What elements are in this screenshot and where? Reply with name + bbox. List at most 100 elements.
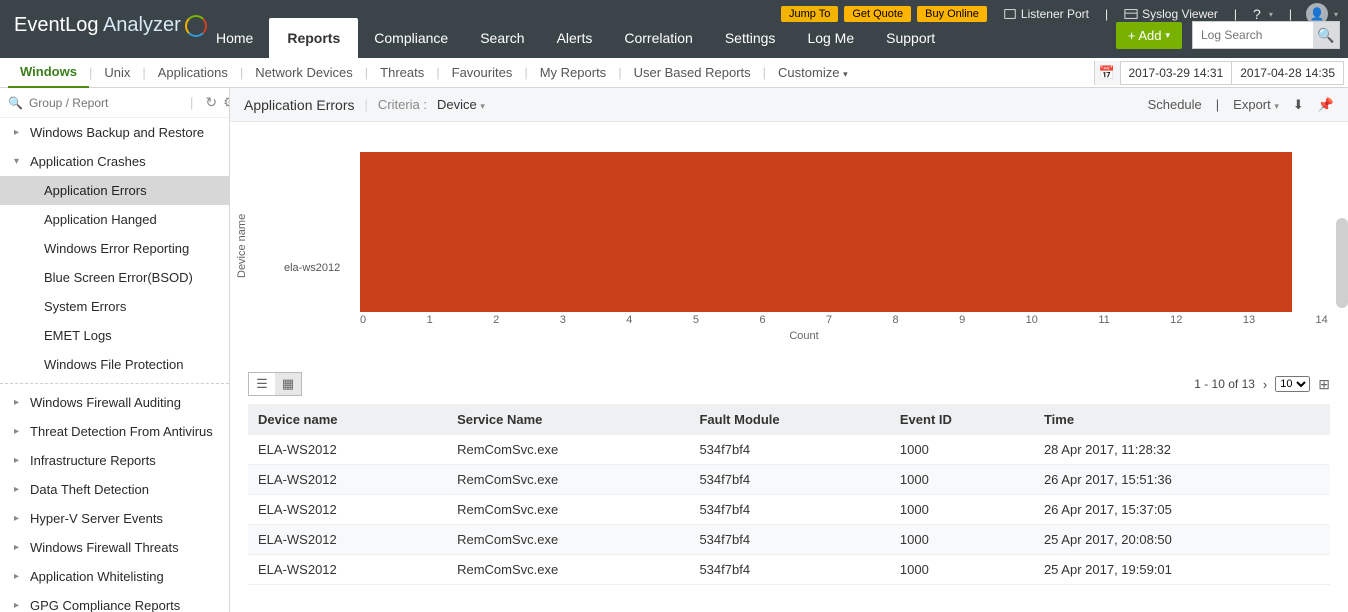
- top-right-controls: + Add▾ 🔍: [1116, 21, 1340, 49]
- listener-icon: [1003, 7, 1017, 21]
- nav-home[interactable]: Home: [200, 18, 269, 58]
- nav-correlation[interactable]: Correlation: [608, 18, 708, 58]
- sub-nav: Windows|Unix|Applications|Network Device…: [0, 58, 1348, 88]
- col-device-name[interactable]: Device name: [248, 404, 447, 435]
- chart-bar[interactable]: [360, 152, 1292, 312]
- tree-sub-system-errors[interactable]: System Errors: [0, 292, 229, 321]
- brand-name-1: EventLog: [14, 14, 103, 36]
- col-service-name[interactable]: Service Name: [447, 404, 689, 435]
- add-button[interactable]: + Add▾: [1116, 22, 1182, 49]
- subnav-user-based-reports[interactable]: User Based Reports: [622, 58, 763, 87]
- subnav-windows[interactable]: Windows: [8, 57, 89, 89]
- col-time[interactable]: Time: [1034, 404, 1330, 435]
- download-icon[interactable]: ⬇: [1293, 97, 1304, 113]
- scrollbar[interactable]: [1336, 218, 1348, 308]
- log-search-button[interactable]: 🔍: [1313, 22, 1339, 48]
- chevron-down-icon: ▾: [14, 156, 24, 167]
- table-row[interactable]: ELA-WS2012RemComSvc.exe534f7bf4100026 Ap…: [248, 465, 1330, 495]
- x-tick: 5: [693, 314, 699, 326]
- get-quote-button[interactable]: Get Quote: [844, 6, 911, 22]
- chart-plot-area: [324, 152, 1328, 312]
- tree-sub-windows-error-reporting[interactable]: Windows Error Reporting: [0, 234, 229, 263]
- subnav-threats[interactable]: Threats: [368, 58, 436, 87]
- tree-item-hyper-v-server-events[interactable]: ▸Hyper-V Server Events: [0, 504, 229, 533]
- tree-item-infrastructure-reports[interactable]: ▸Infrastructure Reports: [0, 446, 229, 475]
- chart-x-axis: 01234567891011121314: [324, 312, 1328, 326]
- history-icon[interactable]: ↻: [205, 94, 217, 110]
- help-icon[interactable]: ?: [1253, 6, 1261, 22]
- tree-sub-application-hanged[interactable]: Application Hanged: [0, 205, 229, 234]
- tree-item-application-whitelisting[interactable]: ▸Application Whitelisting: [0, 562, 229, 591]
- report-header: Application Errors | Criteria : Device ▾…: [230, 88, 1348, 122]
- col-fault-module[interactable]: Fault Module: [689, 404, 889, 435]
- syslog-viewer-link[interactable]: Syslog Viewer: [1124, 7, 1218, 21]
- tree-item-gpg-compliance-reports[interactable]: ▸GPG Compliance Reports: [0, 591, 229, 612]
- customize-menu[interactable]: Customize ▾: [766, 65, 848, 80]
- subnav-my-reports[interactable]: My Reports: [528, 58, 618, 87]
- sidebar-search-input[interactable]: [29, 96, 184, 110]
- pin-icon[interactable]: 📌: [1318, 97, 1334, 113]
- x-tick: 9: [959, 314, 965, 326]
- brand-logo[interactable]: EventLog Analyzer: [14, 14, 207, 37]
- nav-settings[interactable]: Settings: [709, 18, 792, 58]
- page-size-select[interactable]: 10: [1275, 376, 1310, 392]
- gear-icon[interactable]: ⚙: [223, 94, 230, 110]
- tree-item-windows-firewall-auditing[interactable]: ▸Windows Firewall Auditing: [0, 388, 229, 417]
- list-view-button[interactable]: ☰: [249, 373, 275, 395]
- subnav-network-devices[interactable]: Network Devices: [243, 58, 365, 87]
- listener-port-link[interactable]: Listener Port: [1003, 7, 1089, 21]
- table-row[interactable]: ELA-WS2012RemComSvc.exe534f7bf4100026 Ap…: [248, 495, 1330, 525]
- col-event-id[interactable]: Event ID: [890, 404, 1034, 435]
- table-row[interactable]: ELA-WS2012RemComSvc.exe534f7bf4100025 Ap…: [248, 555, 1330, 585]
- page-title: Application Errors: [244, 97, 355, 113]
- brand-swoosh-icon: [185, 15, 207, 37]
- subnav-unix[interactable]: Unix: [92, 58, 142, 87]
- x-tick: 6: [759, 314, 765, 326]
- chart-y-axis-label: Device name: [236, 214, 248, 278]
- export-menu[interactable]: Export ▾: [1233, 97, 1279, 112]
- avatar-chevron-icon: ▾: [1334, 10, 1338, 19]
- schedule-link[interactable]: Schedule: [1148, 97, 1202, 112]
- x-tick: 10: [1026, 314, 1038, 326]
- x-tick: 11: [1098, 314, 1109, 326]
- topbar: EventLog Analyzer Jump To Get Quote Buy …: [0, 0, 1348, 58]
- chevron-down-icon: ▾: [1274, 101, 1279, 111]
- tree-sub-application-errors[interactable]: Application Errors: [0, 176, 229, 205]
- tree-item-application-crashes[interactable]: ▾Application Crashes: [0, 147, 229, 176]
- subnav-applications[interactable]: Applications: [146, 58, 240, 87]
- tree-item-threat-detection-from-antivirus[interactable]: ▸Threat Detection From Antivirus: [0, 417, 229, 446]
- table-row[interactable]: ELA-WS2012RemComSvc.exe534f7bf4100025 Ap…: [248, 525, 1330, 555]
- buy-online-button[interactable]: Buy Online: [917, 6, 987, 22]
- table-header-row: Device nameService NameFault ModuleEvent…: [248, 404, 1330, 435]
- log-search-input[interactable]: [1193, 24, 1313, 46]
- nav-compliance[interactable]: Compliance: [358, 18, 464, 58]
- main-content: Application Errors | Criteria : Device ▾…: [230, 88, 1348, 612]
- tree-sub-emet-logs[interactable]: EMET Logs: [0, 321, 229, 350]
- x-tick: 7: [826, 314, 832, 326]
- nav-alerts[interactable]: Alerts: [541, 18, 609, 58]
- nav-search[interactable]: Search: [464, 18, 540, 58]
- criteria-value-dropdown[interactable]: Device ▾: [437, 97, 485, 112]
- tree-item-windows-firewall-threats[interactable]: ▸Windows Firewall Threats: [0, 533, 229, 562]
- grid-view-button[interactable]: ▦: [275, 373, 301, 395]
- x-tick: 4: [626, 314, 632, 326]
- jump-to-button[interactable]: Jump To: [781, 6, 838, 22]
- view-toggle: ☰ ▦: [248, 372, 302, 396]
- chart-container: Device name ela-ws2012 01234567891011121…: [230, 122, 1348, 352]
- columns-icon[interactable]: ⊞: [1318, 376, 1330, 393]
- tree-item-data-theft-detection[interactable]: ▸Data Theft Detection: [0, 475, 229, 504]
- syslog-icon: [1124, 7, 1138, 21]
- nav-reports[interactable]: Reports: [269, 18, 358, 58]
- date-range-picker[interactable]: 📅 2017-03-29 14:31 2017-04-28 14:35: [1094, 61, 1345, 85]
- chevron-down-icon: ▾: [1165, 30, 1170, 41]
- tree-item-windows-backup[interactable]: ▸Windows Backup and Restore: [0, 118, 229, 147]
- chevron-right-icon: ▸: [14, 455, 24, 466]
- calendar-icon: 📅: [1095, 61, 1121, 85]
- next-page-button[interactable]: ›: [1263, 377, 1267, 392]
- x-tick: 1: [427, 314, 433, 326]
- page-range: 1 - 10 of 13: [1194, 377, 1255, 391]
- subnav-favourites[interactable]: Favourites: [440, 58, 525, 87]
- tree-sub-blue-screen-error-bsod-[interactable]: Blue Screen Error(BSOD): [0, 263, 229, 292]
- table-row[interactable]: ELA-WS2012RemComSvc.exe534f7bf4100028 Ap…: [248, 435, 1330, 465]
- tree-sub-windows-file-protection[interactable]: Windows File Protection: [0, 350, 229, 379]
